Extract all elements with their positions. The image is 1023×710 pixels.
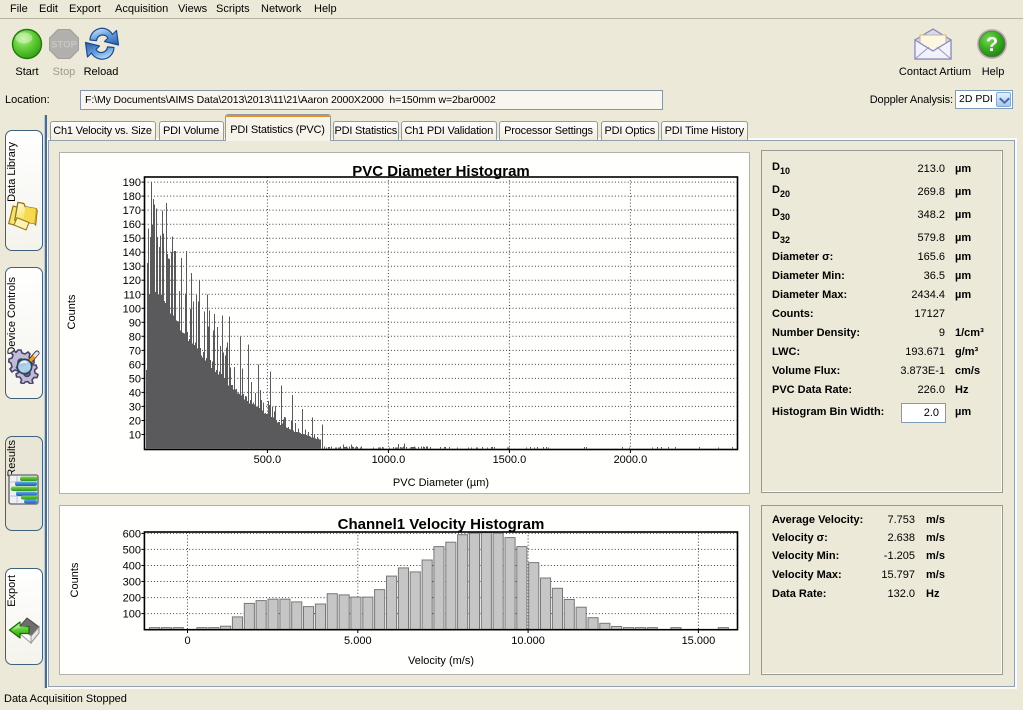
- svg-text:PVC Diameter (µm): PVC Diameter (µm): [393, 477, 489, 489]
- svg-text:Velocity (m/s): Velocity (m/s): [408, 655, 474, 667]
- svg-text:300: 300: [123, 577, 141, 589]
- svg-text:50: 50: [129, 373, 141, 385]
- svg-text:500: 500: [123, 544, 141, 556]
- svg-text:Counts: Counts: [66, 294, 78, 329]
- svg-text:10.000: 10.000: [511, 635, 545, 647]
- svg-text:100: 100: [123, 609, 141, 621]
- svg-text:190: 190: [123, 177, 141, 189]
- svg-text:1500.0: 1500.0: [493, 454, 527, 466]
- svg-text:200: 200: [123, 593, 141, 605]
- svg-text:5.000: 5.000: [344, 635, 372, 647]
- svg-text:40: 40: [129, 387, 141, 399]
- svg-text:1000.0: 1000.0: [372, 454, 406, 466]
- svg-text:2000.0: 2000.0: [614, 454, 648, 466]
- svg-text:90: 90: [129, 317, 141, 329]
- svg-text:20: 20: [129, 416, 141, 428]
- svg-text:110: 110: [123, 289, 141, 301]
- svg-text:140: 140: [123, 247, 141, 259]
- svg-text:170: 170: [123, 205, 141, 217]
- svg-text:10: 10: [129, 430, 141, 442]
- svg-text:60: 60: [129, 359, 141, 371]
- svg-text:15.000: 15.000: [682, 635, 716, 647]
- svg-text:100: 100: [123, 303, 141, 315]
- svg-text:600: 600: [123, 528, 141, 540]
- svg-text:500.0: 500.0: [254, 454, 282, 466]
- svg-text:0: 0: [184, 635, 190, 647]
- svg-text:30: 30: [129, 401, 141, 413]
- svg-text:130: 130: [123, 261, 141, 273]
- svg-text:150: 150: [123, 233, 141, 245]
- svg-text:70: 70: [129, 345, 141, 357]
- svg-text:160: 160: [123, 219, 141, 231]
- svg-text:120: 120: [123, 275, 141, 287]
- svg-text:400: 400: [123, 561, 141, 573]
- svg-text:80: 80: [129, 331, 141, 343]
- svg-text:Counts: Counts: [69, 562, 81, 597]
- svg-text:180: 180: [123, 191, 141, 203]
- svg-text:Channel1 Velocity Histogram: Channel1 Velocity Histogram: [338, 516, 545, 533]
